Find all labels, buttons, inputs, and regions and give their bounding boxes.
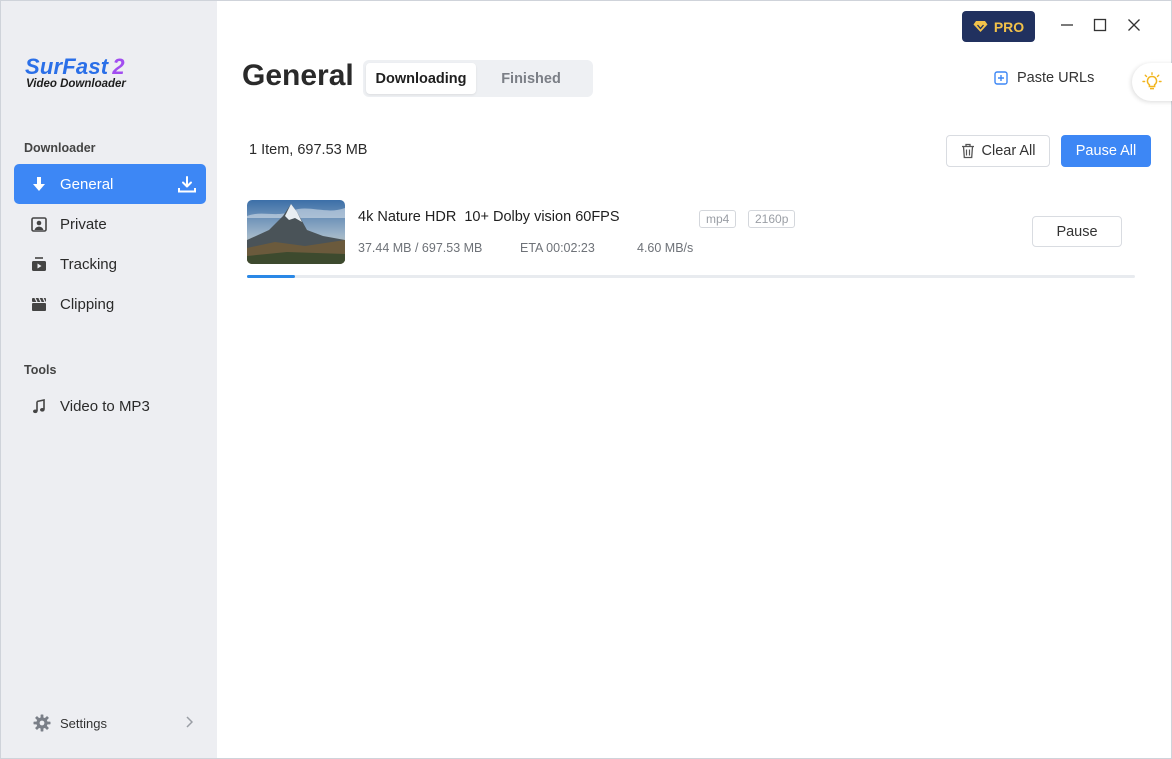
format-badge: mp4 bbox=[699, 210, 737, 228]
minimize-button[interactable] bbox=[1059, 17, 1075, 33]
tab-finished[interactable]: Finished bbox=[476, 63, 586, 94]
sidebar-item-general[interactable]: General bbox=[14, 164, 206, 204]
close-button[interactable] bbox=[1126, 17, 1142, 33]
private-user-icon bbox=[30, 215, 48, 233]
add-square-icon bbox=[994, 71, 1008, 85]
video-thumbnail bbox=[247, 200, 345, 264]
sidebar-item-video-to-mp3[interactable]: Video to MP3 bbox=[14, 386, 206, 426]
download-progress-fill bbox=[247, 275, 295, 278]
download-size-progress: 37.44 MB / 697.53 MB bbox=[358, 241, 483, 255]
paste-urls-button[interactable]: Paste URLs bbox=[994, 68, 1094, 88]
sidebar-item-tracking[interactable]: Tracking bbox=[14, 244, 206, 284]
clear-all-label: Clear All bbox=[981, 143, 1036, 159]
download-tray-icon bbox=[178, 176, 196, 197]
tab-bar: Downloading Finished bbox=[363, 60, 593, 97]
sidebar: SurFast 2 Video Downloader Downloader Gen… bbox=[1, 1, 217, 758]
minimize-icon bbox=[1061, 24, 1073, 26]
pro-upgrade-button[interactable]: PRO bbox=[962, 11, 1035, 42]
settings-label: Settings bbox=[60, 715, 107, 731]
download-eta: ETA 00:02:23 bbox=[520, 241, 595, 255]
download-progress-bar bbox=[247, 275, 1135, 278]
clapperboard-icon bbox=[30, 295, 48, 313]
close-icon bbox=[1128, 19, 1140, 31]
sidebar-item-private[interactable]: Private bbox=[14, 204, 206, 244]
pause-button[interactable]: Pause bbox=[1032, 216, 1122, 247]
download-title: 4k Nature HDR 10+ Dolby vision 60FPS bbox=[358, 209, 620, 225]
section-label-tools: Tools bbox=[24, 363, 57, 377]
diamond-icon bbox=[973, 21, 988, 32]
tips-button[interactable] bbox=[1132, 63, 1172, 101]
logo-number: 2 bbox=[112, 54, 125, 79]
pause-all-button[interactable]: Pause All bbox=[1061, 135, 1151, 167]
pro-label: PRO bbox=[993, 18, 1025, 35]
trash-icon bbox=[961, 143, 974, 159]
chevron-right-icon bbox=[185, 716, 194, 731]
tracking-video-icon bbox=[30, 255, 48, 273]
resolution-badge: 2160p bbox=[748, 210, 796, 228]
music-note-icon bbox=[30, 397, 48, 415]
paste-urls-label: Paste URLs bbox=[1017, 70, 1095, 86]
sidebar-item-clipping[interactable]: Clipping bbox=[14, 284, 206, 324]
maximize-icon bbox=[1093, 18, 1107, 32]
app-window: SurFast 2 Video Downloader Downloader Gen… bbox=[0, 0, 1172, 759]
main-panel: General Downloading Finished PRO Paste U… bbox=[217, 1, 1172, 758]
logo-title: SurFast 2 bbox=[25, 54, 125, 79]
download-summary: 1 Item, 697.53 MB bbox=[249, 142, 368, 158]
sidebar-item-label: Video to MP3 bbox=[60, 397, 150, 415]
clear-all-button[interactable]: Clear All bbox=[946, 135, 1050, 167]
tab-downloading[interactable]: Downloading bbox=[366, 63, 476, 94]
sidebar-item-label: Clipping bbox=[60, 295, 115, 313]
gear-icon bbox=[33, 714, 51, 732]
download-arrow-icon bbox=[30, 175, 48, 193]
settings-button[interactable]: Settings bbox=[33, 712, 194, 734]
download-speed: 4.60 MB/s bbox=[637, 241, 694, 255]
logo-subtitle: Video Downloader bbox=[26, 78, 126, 90]
sidebar-item-label: Private bbox=[60, 215, 107, 233]
page-title: General bbox=[242, 59, 354, 92]
sidebar-item-label: General bbox=[60, 175, 114, 193]
sidebar-item-label: Tracking bbox=[60, 255, 117, 273]
lightbulb-icon bbox=[1142, 72, 1162, 90]
app-logo: SurFast 2 Video Downloader bbox=[25, 54, 126, 91]
maximize-button[interactable] bbox=[1092, 17, 1108, 33]
section-label-downloader: Downloader bbox=[24, 141, 96, 155]
